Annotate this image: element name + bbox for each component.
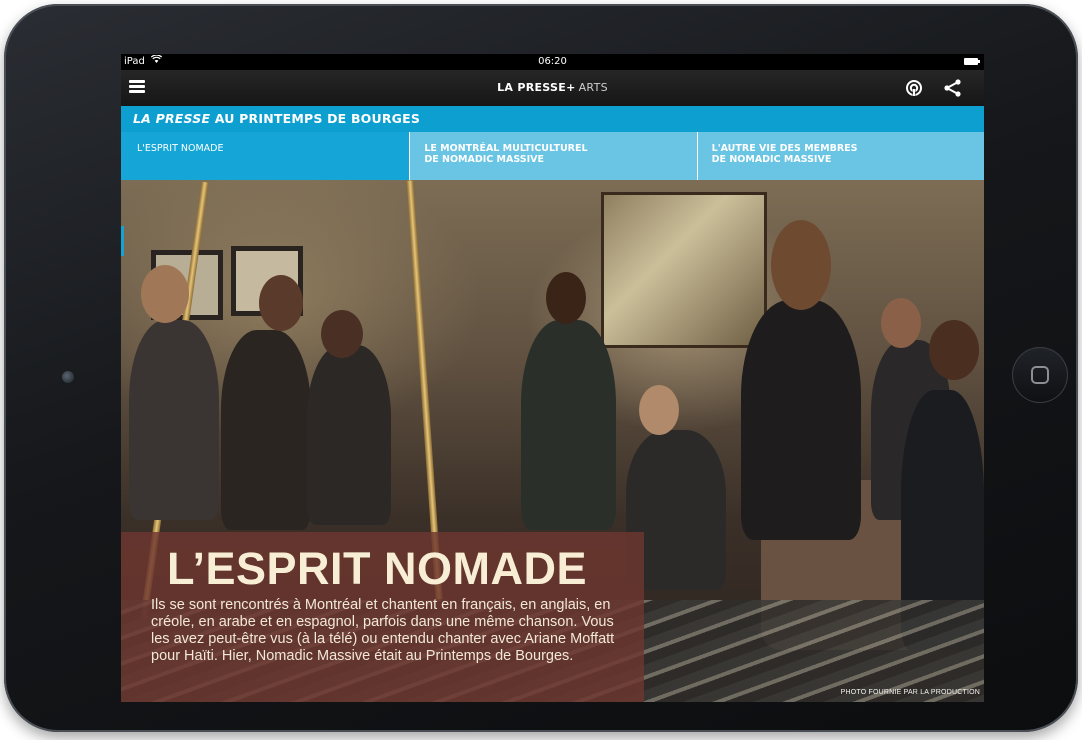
app-title: LA PRESSE+ ARTS xyxy=(121,70,984,106)
photo-credit: PHOTO FOURNIE PAR LA PRODUCTION xyxy=(840,689,980,696)
battery-icon xyxy=(964,58,980,65)
band-member-head xyxy=(881,298,921,348)
article-headline: L’ESPRIT NOMADE xyxy=(167,543,588,594)
band-member-head xyxy=(639,385,679,435)
share-icon[interactable] xyxy=(943,78,963,98)
tab-esprit-nomade[interactable]: L'ESPRIT NOMADE xyxy=(121,132,410,180)
band-member-head xyxy=(321,310,363,358)
banner-text: AU PRINTEMPS DE BOURGES xyxy=(210,111,421,126)
tab-autre-vie-membres[interactable]: L'AUTRE VIE DES MEMBRES DE NOMADIC MASSI… xyxy=(696,132,984,180)
home-square-icon xyxy=(1031,366,1049,384)
band-member xyxy=(221,330,311,530)
section-banner[interactable]: LA PRESSE AU PRINTEMPS DE BOURGES xyxy=(121,106,984,132)
banner-italic: LA PRESSE xyxy=(133,111,211,126)
status-time: 06:20 xyxy=(538,56,567,67)
band-member-head xyxy=(546,272,586,324)
wall-painting xyxy=(601,192,767,348)
article-tabs: L'ESPRIT NOMADE LE MONTRÉAL MULTICULTURE… xyxy=(121,132,984,180)
hero-photo: L’ESPRIT NOMADE Ils se sont rencontrés à… xyxy=(121,180,984,702)
article-lede: Ils se sont rencontrés à Montréal et cha… xyxy=(151,597,615,664)
app-screen: iPad 06:20 LA PRESSE+ ARTS LA PRESSE AU … xyxy=(121,54,984,702)
front-camera xyxy=(62,371,74,383)
ipad-device-frame: iPad 06:20 LA PRESSE+ ARTS LA PRESSE AU … xyxy=(4,4,1078,732)
band-member-head xyxy=(771,220,831,310)
tab-montreal-multiculturel[interactable]: LE MONTRÉAL MULTICULTUREL DE NOMADIC MAS… xyxy=(409,132,697,180)
band-member-head xyxy=(141,265,189,323)
status-bar: iPad 06:20 xyxy=(121,54,984,70)
band-member-head xyxy=(929,320,979,380)
section-name: ARTS xyxy=(578,81,608,94)
top-navigation-bar: LA PRESSE+ ARTS xyxy=(121,70,984,106)
band-member xyxy=(741,300,861,540)
band-member xyxy=(307,345,391,525)
band-member-head xyxy=(259,275,303,331)
audio-icon[interactable] xyxy=(904,78,924,98)
home-button[interactable] xyxy=(1012,347,1068,403)
band-member xyxy=(129,320,219,520)
band-member xyxy=(521,320,616,530)
page-indicator xyxy=(121,226,124,256)
brand-plus: + xyxy=(566,81,576,94)
brand-name: LA PRESSE xyxy=(497,81,567,94)
